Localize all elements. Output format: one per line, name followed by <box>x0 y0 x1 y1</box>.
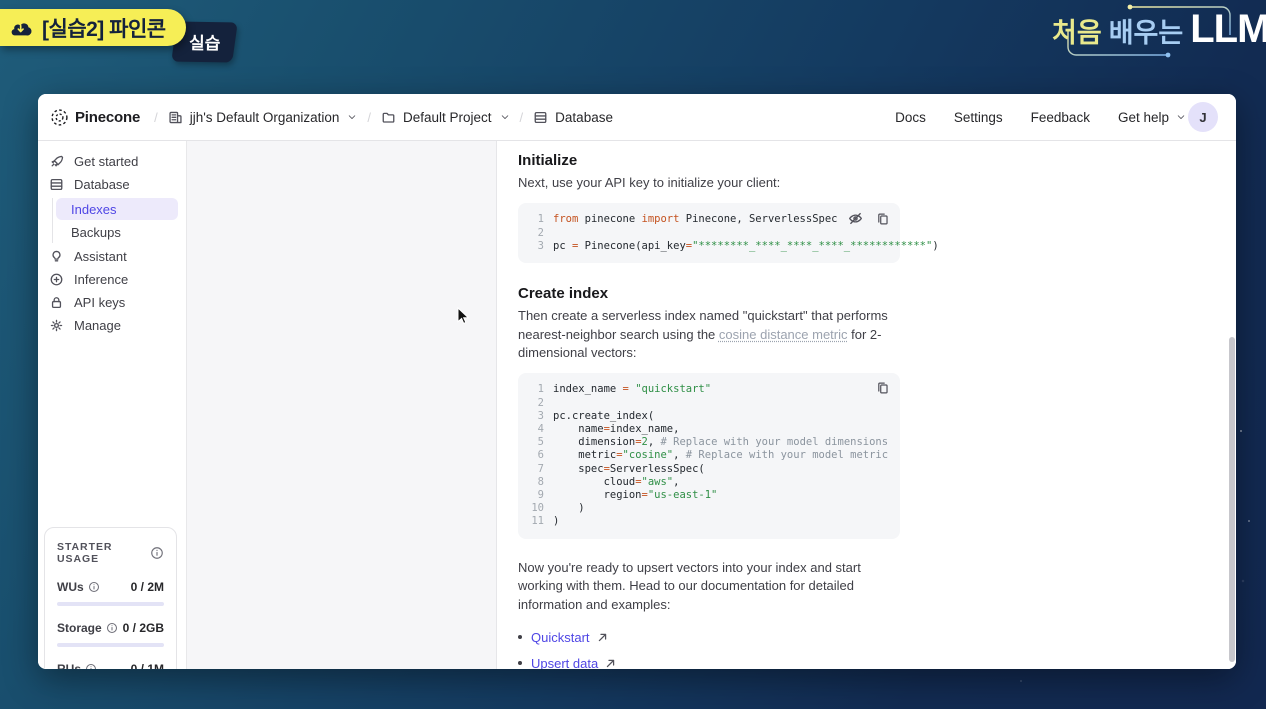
chevron-down-icon <box>500 112 510 122</box>
copy-icon[interactable] <box>876 381 890 395</box>
chevron-down-icon <box>347 112 357 122</box>
eye-off-icon[interactable] <box>848 211 863 226</box>
info-icon[interactable] <box>88 581 100 593</box>
nav-feedback[interactable]: Feedback <box>1031 110 1090 125</box>
sidebar: Get started Database Indexes Backups Assista… <box>38 141 187 669</box>
brand-name: Pinecone <box>75 108 141 126</box>
sidebar-item-backups[interactable]: Backups <box>56 221 178 243</box>
create-index-code-block[interactable]: 1 index_name = "quickstart" 2 3 pc.create_i… <box>518 373 900 539</box>
sidebar-subtree: Indexes Backups <box>52 198 178 243</box>
bullet-icon <box>518 635 522 640</box>
breadcrumb-separator: / <box>154 109 158 125</box>
initialize-body: Next, use your API key to initialize you… <box>518 175 781 190</box>
bullet-icon <box>518 661 522 666</box>
link-quickstart[interactable]: Quickstart <box>531 630 608 645</box>
chevron-down-icon <box>1176 112 1186 122</box>
info-icon[interactable] <box>150 546 164 560</box>
sidebar-item-get-started[interactable]: Get started <box>38 150 186 173</box>
breadcrumb-item[interactable]: jjh's Default Organization <box>168 110 358 125</box>
info-icon[interactable] <box>106 622 118 634</box>
llm-logo: 처음 배우는 LLM <box>1038 3 1266 59</box>
database-icon <box>48 177 64 192</box>
cosine-distance-metric-link[interactable]: cosine distance metric <box>719 327 848 342</box>
sidebar-item-manage[interactable]: Manage <box>38 314 186 337</box>
lock-icon <box>48 295 64 310</box>
panel-scrollbar-thumb[interactable] <box>1229 337 1235 662</box>
nav-docs[interactable]: Docs <box>895 110 926 125</box>
link-upsert-data[interactable]: Upsert data <box>531 656 616 669</box>
app-header: Pinecone / jjh's Default Organization / Def… <box>38 94 1236 141</box>
index-list-empty-area <box>187 141 496 669</box>
outro-body: Now you're ready to upsert vectors into … <box>518 559 861 612</box>
sidebar-item-assistant[interactable]: Assistant <box>38 245 186 268</box>
practice-badge-title: [실습2] 파인콘 <box>42 17 166 41</box>
rocket-icon <box>48 154 64 169</box>
usage-row: Storage 0 / 2GB <box>57 621 164 647</box>
code-actions <box>848 211 890 226</box>
breadcrumb-item[interactable]: Default Project <box>381 110 510 125</box>
starter-usage-card: STARTER USAGE WUs 0 / 2M Storage 0 / 2GB… <box>44 527 177 669</box>
initialize-code-block[interactable]: 1 from pinecone import Pinecone, Serverle… <box>518 203 939 264</box>
avatar[interactable]: J <box>1188 102 1218 132</box>
doc-links: Quickstart Upsert data Python SDK refere… <box>518 630 900 669</box>
pinecone-console-window: Pinecone / jjh's Default Organization / Def… <box>38 94 1236 669</box>
sidebar-item-indexes[interactable]: Indexes <box>56 198 178 220</box>
sidebar-item-api-keys[interactable]: API keys <box>38 291 186 314</box>
header-nav: Docs Settings Feedback Get help <box>895 110 1186 125</box>
organization-icon <box>168 110 183 125</box>
llm-logo-text: 처음 배우는 LLM <box>1052 7 1266 51</box>
cloud-download-icon <box>7 17 34 39</box>
inference-icon <box>48 272 64 287</box>
database-icon <box>533 110 548 125</box>
practice-badge-pill: [실습2] 파인콘 <box>0 9 186 46</box>
doc-link-item: Upsert data <box>518 656 900 669</box>
practice-badge: [실습2] 파인콘 실습 <box>0 9 238 63</box>
doc-link-item: Quickstart <box>518 630 900 645</box>
setup-guide-content: Initialize Next, use your API key to ini… <box>497 141 939 669</box>
pinecone-brand[interactable]: Pinecone <box>50 108 140 127</box>
sidebar-item-database[interactable]: Database <box>38 173 186 196</box>
background-sparkles <box>1240 430 1242 432</box>
code-actions <box>876 381 890 395</box>
usage-progress-bar <box>57 602 164 606</box>
external-link-icon <box>605 658 616 669</box>
usage-title: STARTER USAGE <box>57 541 113 565</box>
nav-get-help[interactable]: Get help <box>1118 110 1186 125</box>
external-link-icon <box>597 632 608 643</box>
create-index-body: Then create a serverless index named "qu… <box>518 308 888 360</box>
usage-row: RUs 0 / 1M <box>57 662 164 669</box>
usage-row: WUs 0 / 2M <box>57 580 164 606</box>
gear-icon <box>48 318 64 333</box>
breadcrumb-separator: / <box>519 109 524 125</box>
create-index-title: Create index <box>518 285 609 303</box>
pinecone-logo-icon <box>50 108 69 127</box>
lightbulb-icon <box>48 249 64 264</box>
initialize-title: Initialize <box>518 152 578 169</box>
nav-settings[interactable]: Settings <box>954 110 1003 125</box>
breadcrumb: / jjh's Default Organization / Default Proj… <box>144 110 613 125</box>
breadcrumb-item[interactable]: Database <box>533 110 613 125</box>
breadcrumb-separator: / <box>367 109 371 125</box>
setup-guide-panel: Initialize Next, use your API key to ini… <box>496 141 1236 669</box>
copy-icon[interactable] <box>876 211 890 226</box>
sidebar-nav: Get started Database Indexes Backups Assista… <box>38 150 186 337</box>
app-body: Get started Database Indexes Backups Assista… <box>38 141 1236 669</box>
info-icon[interactable] <box>85 663 97 669</box>
folder-icon <box>381 110 396 125</box>
usage-progress-bar <box>57 643 164 647</box>
mouse-cursor <box>457 306 471 331</box>
sidebar-item-inference[interactable]: Inference <box>38 268 186 291</box>
